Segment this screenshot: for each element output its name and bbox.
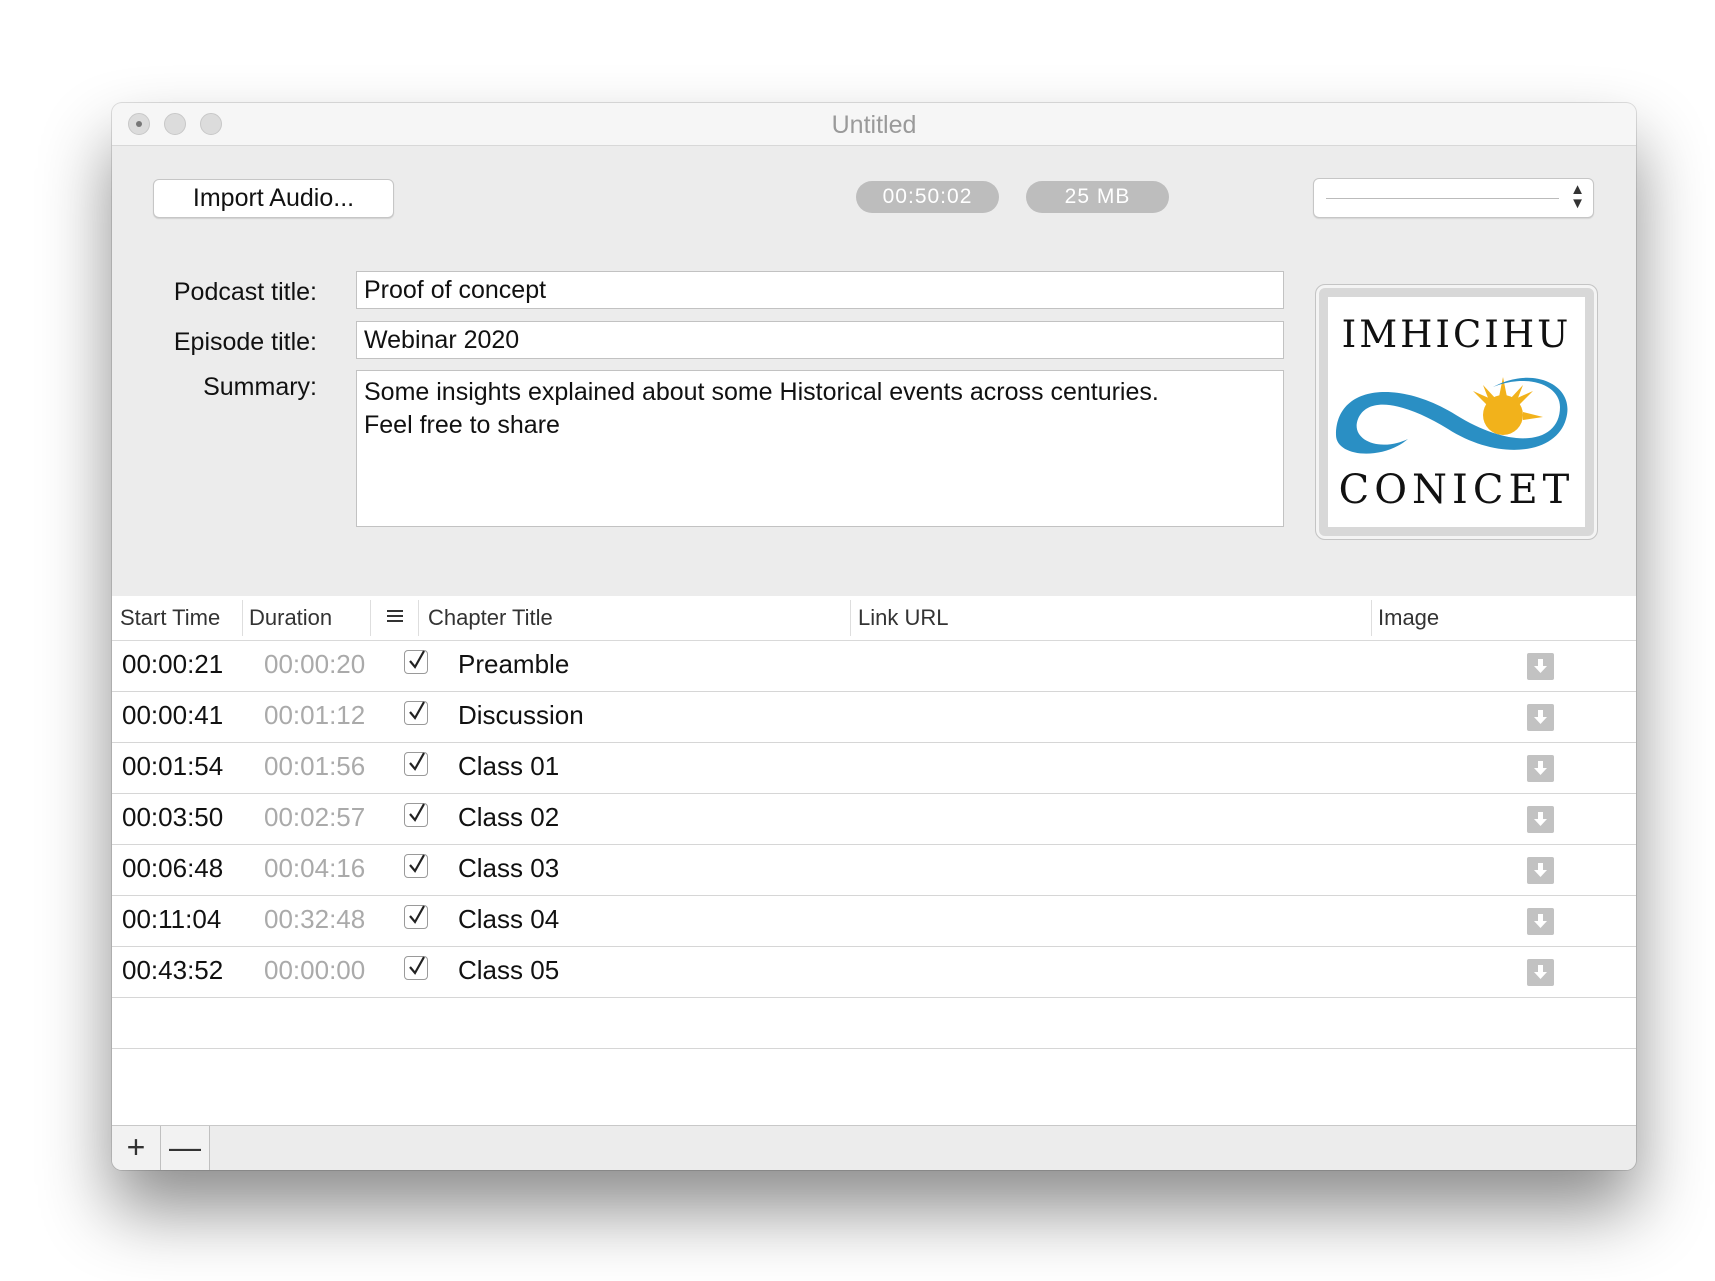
duration-cell: 00:00:00 <box>264 955 366 985</box>
column-divider[interactable] <box>1371 600 1372 636</box>
duration-badge: 00:50:02 <box>856 181 999 213</box>
episode-title-label: Episode title: <box>173 328 317 356</box>
duration-cell: 00:04:16 <box>264 853 366 883</box>
header-chapter-title[interactable]: Chapter Title <box>428 605 553 631</box>
table-row[interactable]: 00:01:54 00:01:56 Class 01 <box>112 743 1636 794</box>
chapter-image-well[interactable] <box>1527 704 1554 731</box>
start-time-cell[interactable]: 00:03:50 <box>122 802 223 833</box>
start-time-cell[interactable]: 00:01:54 <box>122 751 223 782</box>
header-start-time[interactable]: Start Time <box>120 605 220 631</box>
checkmark-icon <box>409 854 425 873</box>
summary-label: Summary: <box>203 373 317 401</box>
format-popup-button[interactable]: ▲ ▼ <box>1313 178 1594 218</box>
chapter-enabled-checkbox[interactable] <box>404 650 428 674</box>
podcast-title-field[interactable]: Proof of concept <box>356 271 1284 309</box>
table-row[interactable]: 00:00:41 00:01:12 Discussion <box>112 692 1636 743</box>
download-arrow-icon <box>1534 761 1547 775</box>
table-row[interactable]: 00:11:04 00:32:48 Class 04 <box>112 896 1636 947</box>
chapter-title-cell[interactable]: Class 04 <box>458 904 559 935</box>
remove-chapter-button[interactable]: — <box>161 1126 210 1170</box>
artwork-logo-top-text: IMHICIHU <box>1341 313 1572 356</box>
download-arrow-icon <box>1534 965 1547 979</box>
window-title: Untitled <box>831 111 917 139</box>
checkmark-icon <box>409 752 425 771</box>
column-divider[interactable] <box>418 600 419 636</box>
chapter-title-cell[interactable]: Preamble <box>458 649 569 680</box>
chapter-enabled-checkbox[interactable] <box>404 854 428 878</box>
table-row[interactable]: 00:00:21 00:00:20 Preamble <box>112 641 1636 692</box>
artwork-image: IMHICIHU CONICET <box>1328 297 1585 527</box>
start-time-cell[interactable]: 00:00:21 <box>122 649 223 680</box>
add-chapter-button[interactable]: + <box>112 1126 161 1170</box>
summary-line-2: Feel free to share <box>364 411 560 439</box>
chapter-enabled-checkbox[interactable] <box>404 752 428 776</box>
chapter-enabled-checkbox[interactable] <box>404 956 428 980</box>
chapter-enabled-checkbox[interactable] <box>404 701 428 725</box>
header-image[interactable]: Image <box>1378 605 1439 631</box>
checkmark-icon <box>409 650 425 669</box>
table-row[interactable]: 00:03:50 00:02:57 Class 02 <box>112 794 1636 845</box>
column-divider[interactable] <box>370 600 371 636</box>
app-window: Untitled Import Audio... 00:50:02 25 MB … <box>112 103 1636 1170</box>
start-time-cell[interactable]: 00:43:52 <box>122 955 223 986</box>
duration-cell: 00:01:56 <box>264 751 366 781</box>
artwork-logo-bottom-text: CONICET <box>1338 467 1575 513</box>
summary-line-1: Some insights explained about some Histo… <box>364 378 1159 406</box>
chapters-table: Start Time Duration Chapter Title Link U… <box>112 596 1636 1126</box>
empty-table-row <box>112 998 1636 1049</box>
duration-cell: 00:02:57 <box>264 802 366 832</box>
popup-value <box>1326 198 1559 199</box>
chapter-title-cell[interactable]: Class 03 <box>458 853 559 884</box>
chapter-image-well[interactable] <box>1527 806 1554 833</box>
chapter-title-cell[interactable]: Discussion <box>458 700 584 731</box>
table-row[interactable]: 00:06:48 00:04:16 Class 03 <box>112 845 1636 896</box>
column-divider[interactable] <box>850 600 851 636</box>
download-arrow-icon <box>1534 914 1547 928</box>
start-time-cell[interactable]: 00:11:04 <box>122 904 221 935</box>
chapter-image-well[interactable] <box>1527 755 1554 782</box>
artwork-logo-icon <box>1336 377 1568 454</box>
podcast-title-label: Podcast title: <box>173 278 317 306</box>
podcast-artwork-well[interactable]: IMHICIHU CONICET <box>1315 284 1598 540</box>
header-duration[interactable]: Duration <box>249 605 332 631</box>
list-icon[interactable] <box>384 605 406 633</box>
file-size-badge: 25 MB <box>1026 181 1169 213</box>
chapter-enabled-checkbox[interactable] <box>404 905 428 929</box>
hamburger-icon <box>387 610 403 622</box>
chapter-enabled-checkbox[interactable] <box>404 803 428 827</box>
chevron-updown-icon: ▲ ▼ <box>1570 181 1585 212</box>
duration-cell: 00:01:12 <box>264 700 366 730</box>
start-time-cell[interactable]: 00:00:41 <box>122 700 223 731</box>
chapter-title-cell[interactable]: Class 05 <box>458 955 559 986</box>
download-arrow-icon <box>1534 863 1547 877</box>
chapter-image-well[interactable] <box>1527 857 1554 884</box>
title-bar: Untitled <box>112 103 1636 146</box>
header-link-url[interactable]: Link URL <box>858 605 948 631</box>
start-time-cell[interactable]: 00:06:48 <box>122 853 223 884</box>
table-header: Start Time Duration Chapter Title Link U… <box>112 596 1636 641</box>
checkmark-icon <box>409 803 425 822</box>
bottom-bar: + — <box>112 1125 1636 1170</box>
summary-textarea[interactable]: Some insights explained about some Histo… <box>356 370 1284 527</box>
chapter-title-cell[interactable]: Class 02 <box>458 802 559 833</box>
duration-cell: 00:00:20 <box>264 649 366 679</box>
chapter-image-well[interactable] <box>1527 959 1554 986</box>
download-arrow-icon <box>1534 659 1547 673</box>
episode-title-field[interactable]: Webinar 2020 <box>356 321 1284 359</box>
checkmark-icon <box>409 905 425 924</box>
download-arrow-icon <box>1534 812 1547 826</box>
chapter-image-well[interactable] <box>1527 653 1554 680</box>
duration-cell: 00:32:48 <box>264 904 366 934</box>
chapter-title-cell[interactable]: Class 01 <box>458 751 559 782</box>
table-row[interactable]: 00:43:52 00:00:00 Class 05 <box>112 947 1636 998</box>
checkmark-icon <box>409 701 425 720</box>
column-divider[interactable] <box>242 600 243 636</box>
import-audio-button[interactable]: Import Audio... <box>153 179 394 218</box>
chapter-image-well[interactable] <box>1527 908 1554 935</box>
download-arrow-icon <box>1534 710 1547 724</box>
checkmark-icon <box>409 956 425 975</box>
